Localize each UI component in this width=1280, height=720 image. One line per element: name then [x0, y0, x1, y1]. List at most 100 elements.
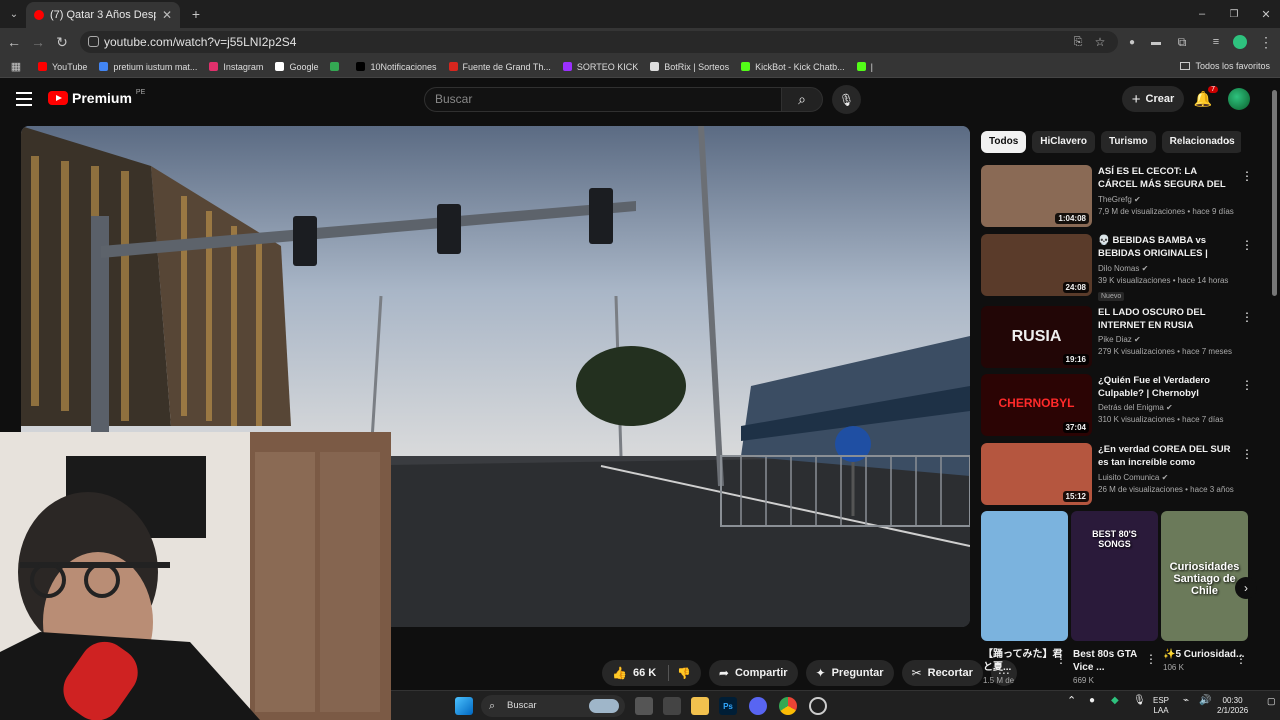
video-thumbnail[interactable]: 15:12: [981, 443, 1092, 505]
install-icon[interactable]: ⎘: [1068, 32, 1088, 52]
volume-icon[interactable]: 🔊: [1199, 696, 1211, 706]
voice-search-mic-icon[interactable]: 🎙: [832, 85, 861, 114]
task-view-icon[interactable]: [635, 697, 653, 715]
video-options-kebab-icon[interactable]: ⋮: [1241, 169, 1253, 183]
channel-name[interactable]: Dilo Nomas ✔: [1098, 264, 1238, 273]
video-thumbnail[interactable]: 24:08: [981, 234, 1092, 296]
short-thumbnail[interactable]: [981, 511, 1068, 641]
video-thumbnail[interactable]: 1:04:08: [981, 165, 1092, 227]
bookmark-item[interactable]: [330, 62, 344, 71]
taskbar-search[interactable]: ⌕ Buscar: [481, 695, 625, 717]
video-title[interactable]: 💀 BEBIDAS BAMBA vs BEBIDAS ORIGINALES | …: [1098, 234, 1238, 261]
tray-app-icon[interactable]: ●: [1089, 696, 1095, 706]
youtube-logo[interactable]: Premium PE: [48, 89, 145, 106]
like-button[interactable]: 👍 66 K 👎: [602, 660, 701, 686]
video-thumbnail[interactable]: CHERNOBYL 37:04: [981, 374, 1092, 436]
network-icon[interactable]: ⌁: [1183, 696, 1189, 706]
chip-turismo[interactable]: Turismo: [1100, 131, 1156, 153]
photoshop-icon[interactable]: Ps: [719, 697, 737, 715]
profile-icon[interactable]: [1230, 32, 1250, 52]
search-button[interactable]: ⌕: [781, 87, 823, 112]
bookmark-item[interactable]: Fuente de Grand Th...: [448, 62, 551, 72]
recommended-video[interactable]: 24:08 💀 BEBIDAS BAMBA vs BEBIDAS ORIGINAL…: [981, 234, 1253, 301]
all-bookmarks[interactable]: Todos los favoritos: [1180, 61, 1270, 71]
create-button[interactable]: + Crear: [1122, 86, 1184, 112]
close-tab-icon[interactable]: ✕: [162, 8, 172, 22]
ask-button[interactable]: ✦ Preguntar: [805, 660, 894, 686]
clock[interactable]: 00:30 2/1/2026: [1217, 696, 1248, 716]
recommended-video[interactable]: 1:04:08 ASÍ ES EL CECOT: LA CÁRCEL MÁS SE…: [981, 165, 1253, 227]
extension-icon[interactable]: ●: [1122, 32, 1142, 52]
short-options-kebab-icon[interactable]: ⋮: [1235, 652, 1247, 666]
back-icon[interactable]: ←: [4, 32, 24, 52]
channel-name[interactable]: TheGrefg ✔: [1098, 195, 1238, 204]
reload-icon[interactable]: ↻: [52, 32, 72, 52]
tray-expand-icon[interactable]: ⌃: [1067, 696, 1076, 707]
video-thumbnail[interactable]: RUSIA 19:16: [981, 306, 1092, 368]
video-options-kebab-icon[interactable]: ⋮: [1241, 447, 1253, 461]
tab-search-icon[interactable]: ⌄: [4, 4, 24, 24]
bookmark-item[interactable]: pretium iustum mat...: [99, 62, 197, 72]
bookmark-item[interactable]: SORTEO KICK: [562, 62, 638, 72]
short-thumbnail[interactable]: BEST 80'S SONGS: [1071, 511, 1158, 641]
browser-tab[interactable]: (7) Qatar 3 Años Después del M ✕: [26, 2, 180, 28]
tray-mic-icon[interactable]: 🎙: [1133, 696, 1146, 706]
thumbs-down-icon[interactable]: 👎: [677, 667, 691, 680]
tray-shield-icon[interactable]: ◆: [1111, 696, 1119, 706]
chip-todos[interactable]: Todos: [981, 131, 1027, 153]
channel-name[interactable]: Pike Diaz ✔: [1098, 335, 1238, 344]
shorts-next-chevron-icon[interactable]: ›: [1235, 577, 1257, 599]
menu-icon[interactable]: ⋮: [1256, 32, 1276, 52]
short-options-kebab-icon[interactable]: ⋮: [1145, 652, 1157, 666]
chip-hiclavero[interactable]: HiClavero: [1032, 131, 1095, 153]
short-thumbnail[interactable]: Curiosidades Santiago de Chile: [1161, 511, 1248, 641]
account-avatar[interactable]: [1228, 88, 1250, 110]
channel-name[interactable]: Luisito Comunica ✔: [1098, 473, 1238, 482]
video-title[interactable]: ASÍ ES EL CECOT: LA CÁRCEL MÁS SEGURA DE…: [1098, 165, 1238, 192]
bookmark-star-icon[interactable]: ☆: [1090, 32, 1110, 52]
bookmark-item[interactable]: Google: [275, 62, 318, 72]
minimize-icon[interactable]: –: [1192, 4, 1212, 24]
video-options-kebab-icon[interactable]: ⋮: [1241, 310, 1253, 324]
window-close-icon[interactable]: ✕: [1256, 4, 1276, 24]
url-field[interactable]: youtube.com/watch?v=j55LNI2p2S4: [80, 31, 1118, 53]
file-explorer-icon[interactable]: [691, 697, 709, 715]
hamburger-menu-icon[interactable]: [16, 92, 32, 106]
video-title[interactable]: ¿En verdad COREA DEL SUR es tan increíbl…: [1098, 443, 1238, 470]
reading-list-icon[interactable]: ≡: [1206, 32, 1226, 52]
channel-name[interactable]: Detrás del Enigma ✔: [1098, 403, 1238, 412]
bookmark-item[interactable]: BotRix | Sorteos: [650, 62, 729, 72]
taskbar-app-icon[interactable]: [663, 697, 681, 715]
bookmark-item[interactable]: YouTube: [38, 62, 87, 72]
chips-next-chevron-icon[interactable]: ›: [1226, 134, 1230, 148]
chrome-icon[interactable]: [779, 697, 797, 715]
bookmark-item[interactable]: 10Notificaciones: [356, 62, 437, 72]
share-button[interactable]: ➦ Compartir: [708, 660, 798, 686]
clip-button[interactable]: ✂ Recortar: [901, 660, 983, 686]
obs-icon[interactable]: [809, 697, 827, 715]
forward-icon[interactable]: →: [28, 32, 48, 52]
video-title[interactable]: ¿Quién Fue el Verdadero Culpable? | Cher…: [1098, 374, 1238, 400]
recommended-video[interactable]: CHERNOBYL 37:04 ¿Quién Fue el Verdadero Cu…: [981, 374, 1253, 436]
bookmark-item[interactable]: |: [856, 62, 873, 72]
weather-widget-icon[interactable]: [589, 699, 619, 713]
recommended-video[interactable]: RUSIA 19:16 EL LADO OSCURO DEL INTERNET EN…: [981, 306, 1253, 368]
recommended-video[interactable]: 15:12 ¿En verdad COREA DEL SUR es tan inc…: [981, 443, 1253, 505]
new-tab-icon[interactable]: +: [186, 4, 206, 24]
page-scrollbar[interactable]: [1272, 90, 1277, 296]
apps-grid-icon[interactable]: ▦: [6, 57, 26, 77]
short-options-kebab-icon[interactable]: ⋮: [1055, 652, 1067, 666]
extension-icon-2[interactable]: ▬: [1146, 32, 1166, 52]
search-input[interactable]: Buscar: [424, 87, 782, 112]
video-options-kebab-icon[interactable]: ⋮: [1241, 378, 1253, 392]
discord-icon[interactable]: [749, 697, 767, 715]
video-options-kebab-icon[interactable]: ⋮: [1241, 238, 1253, 252]
restore-icon[interactable]: ❐: [1224, 4, 1244, 24]
bookmark-item[interactable]: Instagram: [209, 62, 263, 72]
notifications-bell-icon[interactable]: 🔔 7: [1192, 86, 1218, 110]
language-indicator[interactable]: ESP LAA: [1153, 696, 1169, 716]
video-title[interactable]: EL LADO OSCURO DEL INTERNET EN RUSIA: [1098, 306, 1238, 332]
windows-start-icon[interactable]: [455, 697, 473, 715]
notification-center-icon[interactable]: ▢: [1267, 696, 1276, 706]
site-info-icon[interactable]: [88, 36, 99, 47]
